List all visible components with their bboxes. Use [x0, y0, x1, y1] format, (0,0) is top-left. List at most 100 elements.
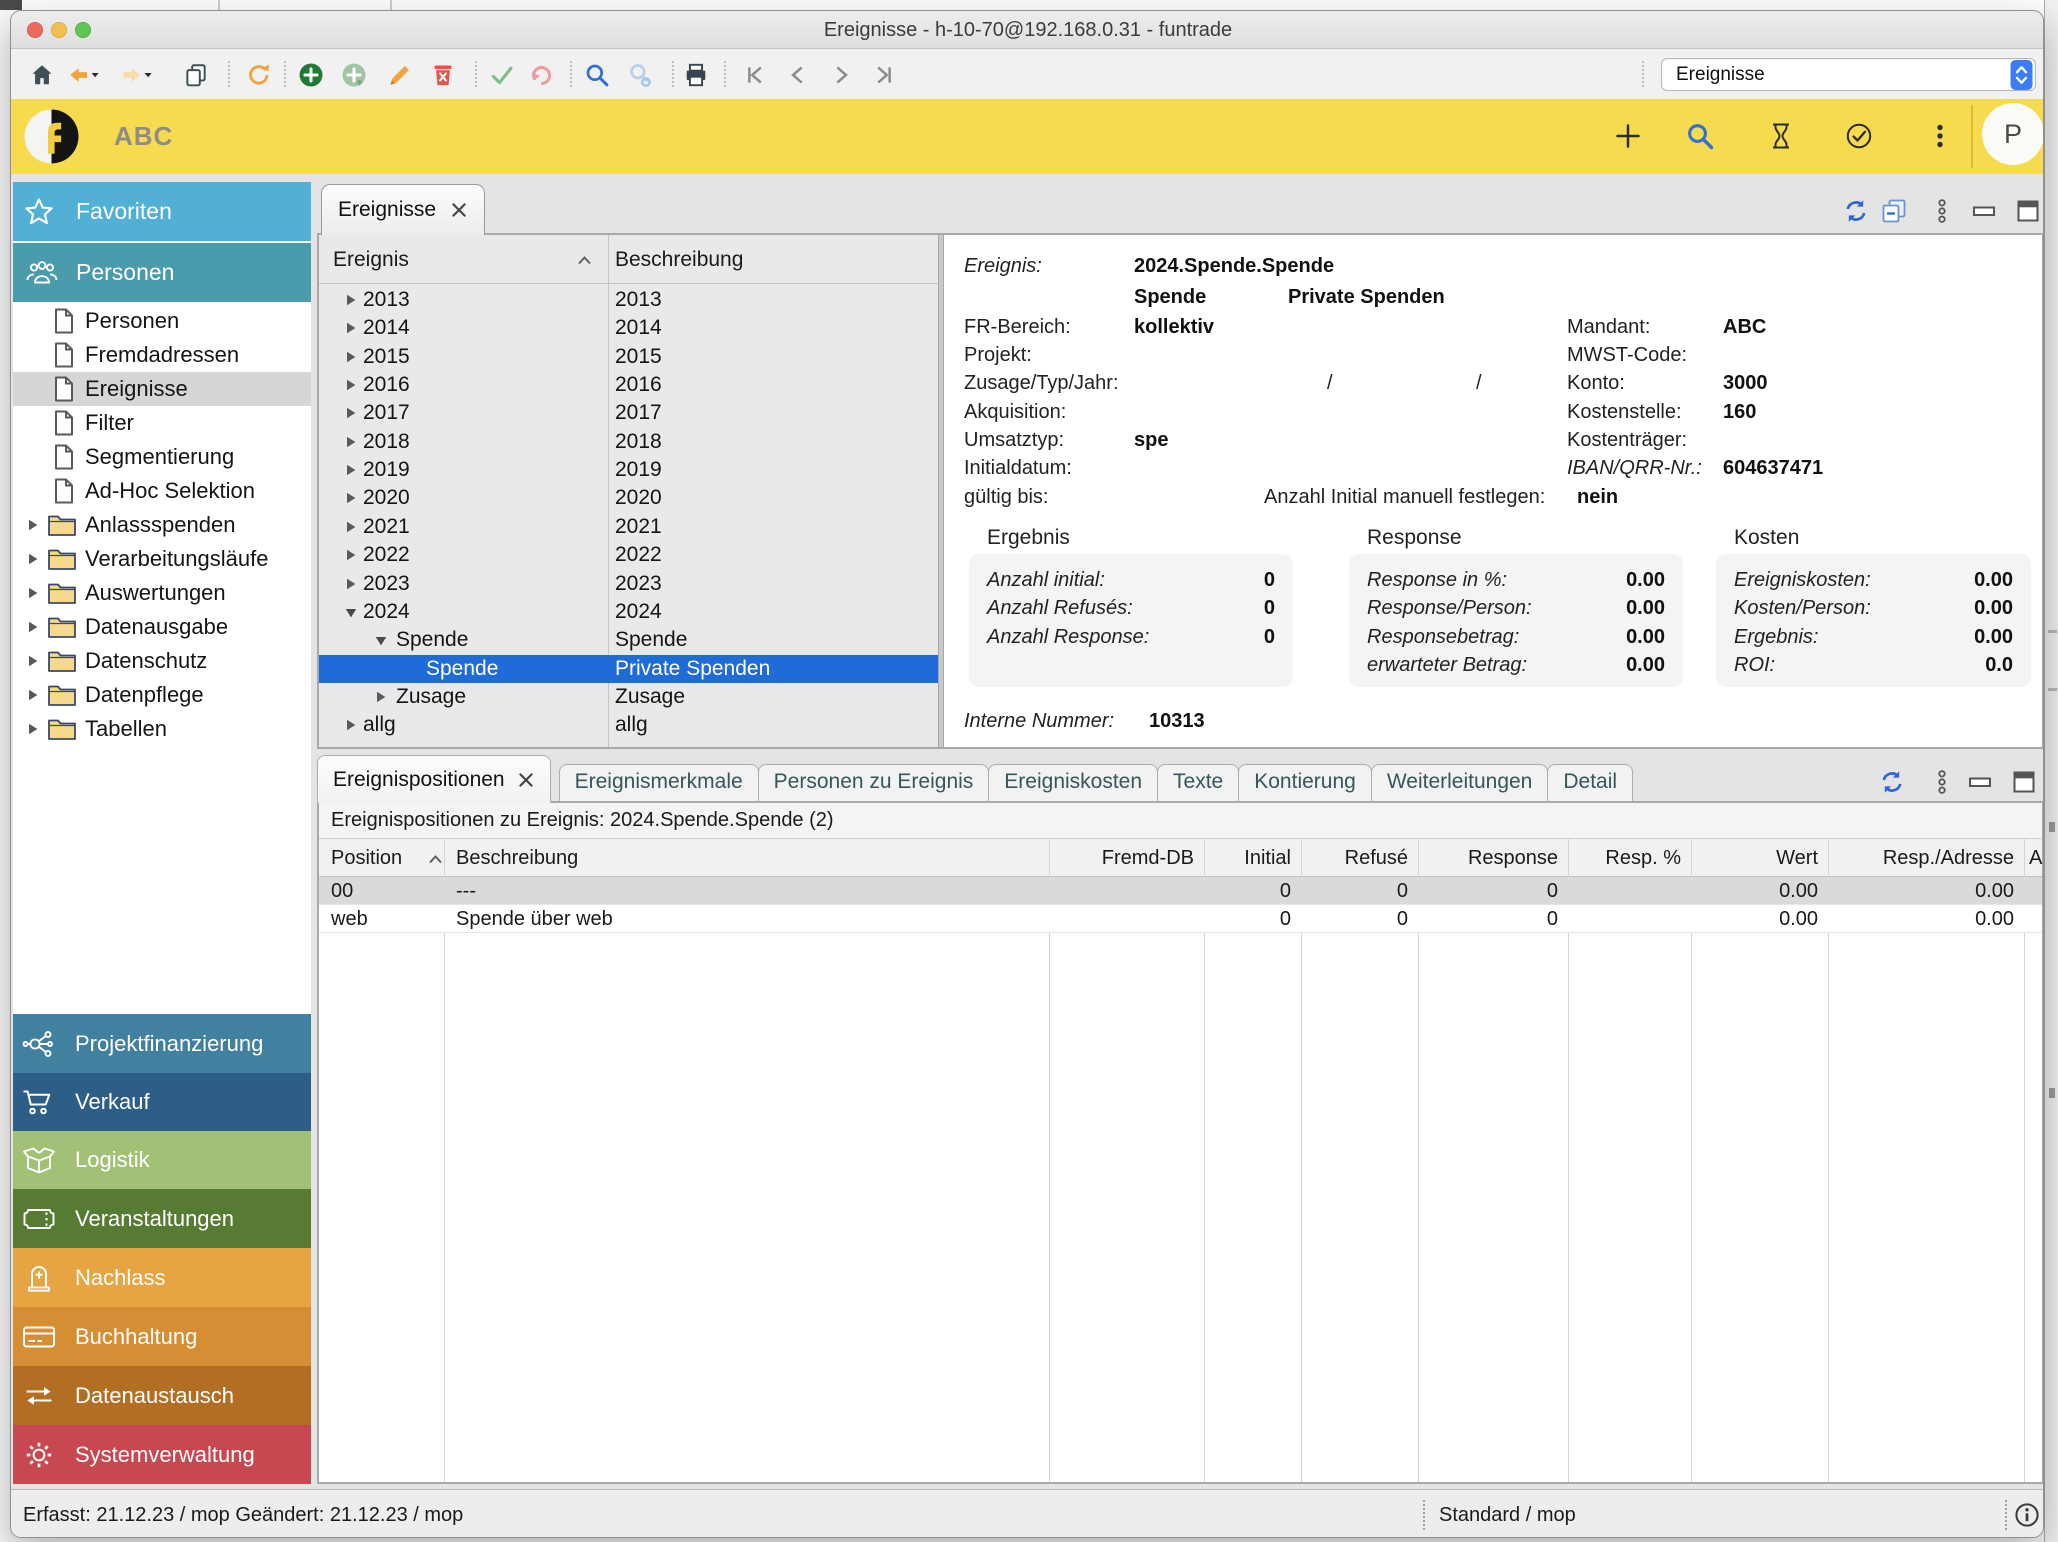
- column-header-a[interactable]: A: [2029, 839, 2042, 877]
- caret-right-icon[interactable]: [344, 491, 358, 505]
- caret-right-icon[interactable]: [26, 620, 40, 634]
- sidebar-module-logistik[interactable]: Logistik: [13, 1131, 311, 1189]
- sidebar-section-personen[interactable]: Personen: [13, 243, 311, 302]
- tree-column-header-beschreibung[interactable]: Beschreibung: [615, 235, 743, 284]
- tree-row[interactable]: allgallg: [319, 711, 938, 739]
- sidebar-module-datenaustausch[interactable]: Datenaustausch: [13, 1366, 311, 1425]
- sidebar-item-fremdadressen[interactable]: Fremdadressen: [13, 338, 311, 372]
- traffic-light-close-button[interactable]: [27, 22, 43, 38]
- dropdown-stepper-icon[interactable]: [2010, 60, 2033, 90]
- sidebar-item-datenausgabe[interactable]: Datenausgabe: [13, 610, 311, 644]
- column-header-wert[interactable]: Wert: [1598, 839, 1818, 877]
- caret-right-icon[interactable]: [344, 293, 358, 307]
- sidebar-module-buchhaltung[interactable]: Buchhaltung: [13, 1307, 311, 1366]
- column-header-beschreibung[interactable]: Beschreibung: [456, 839, 578, 877]
- caret-down-icon[interactable]: [344, 606, 358, 620]
- tab-ereignismerkmale[interactable]: Ereignismerkmale: [559, 764, 759, 801]
- close-icon[interactable]: [450, 201, 468, 219]
- sidebar-module-projektfinanzierung[interactable]: Projektfinanzierung: [13, 1014, 311, 1073]
- panel-minimize-button[interactable]: [1965, 767, 1995, 797]
- tab-ereigniskosten[interactable]: Ereigniskosten: [988, 764, 1158, 801]
- tab-kontierung[interactable]: Kontierung: [1238, 764, 1372, 801]
- tree-row[interactable]: 20162016: [319, 371, 938, 399]
- tab-ereignispositionen[interactable]: Ereignispositionen: [317, 755, 551, 803]
- tree-row[interactable]: 20152015: [319, 343, 938, 371]
- sidebar-section-favoriten[interactable]: Favoriten: [13, 182, 311, 241]
- close-icon[interactable]: [517, 771, 535, 789]
- panel-refresh-button[interactable]: [1877, 767, 1907, 797]
- tab-weiterleitungen[interactable]: Weiterleitungen: [1371, 764, 1549, 801]
- toolbar-nav-last-button[interactable]: [869, 60, 903, 90]
- caret-right-icon[interactable]: [344, 520, 358, 534]
- sidebar-item-auswertungen[interactable]: Auswertungen: [13, 576, 311, 610]
- tree-row[interactable]: ZusageZusage: [319, 683, 938, 711]
- appbar-history-button[interactable]: [1762, 117, 1800, 155]
- caret-right-icon[interactable]: [344, 321, 358, 335]
- tree-row[interactable]: 20142014: [319, 314, 938, 342]
- toolbar-search-button[interactable]: [582, 60, 616, 90]
- tree-row[interactable]: 20172017: [319, 399, 938, 427]
- tree-row[interactable]: 20192019: [319, 456, 938, 484]
- toolbar-add-copy-button[interactable]: [339, 60, 373, 90]
- toolbar-forward-button[interactable]: [119, 60, 159, 90]
- sidebar-module-verkauf[interactable]: Verkauf: [13, 1073, 311, 1131]
- panel-window-list-button[interactable]: [1879, 196, 1909, 226]
- tab-personen-zu-ereignis[interactable]: Personen zu Ereignis: [758, 764, 990, 801]
- tree-row[interactable]: 20182018: [319, 428, 938, 456]
- sidebar-item-verarbeitungsl-ufe[interactable]: Verarbeitungsläufe: [13, 542, 311, 576]
- table-row[interactable]: 00---0000.000.00: [319, 877, 2042, 905]
- panel-maximize-button[interactable]: [2009, 767, 2039, 797]
- sidebar-item-personen[interactable]: Personen: [13, 304, 311, 338]
- caret-right-icon[interactable]: [26, 586, 40, 600]
- caret-right-icon[interactable]: [26, 722, 40, 736]
- toolbar-undo-button[interactable]: [526, 60, 560, 90]
- tab-texte[interactable]: Texte: [1157, 764, 1239, 801]
- caret-right-icon[interactable]: [26, 552, 40, 566]
- panel-maximize-button[interactable]: [2013, 196, 2043, 226]
- user-avatar[interactable]: P: [1982, 103, 2044, 165]
- toolbar-reload-button[interactable]: [244, 60, 278, 90]
- caret-right-icon[interactable]: [344, 577, 358, 591]
- tree-column-header-ereignis[interactable]: Ereignis: [333, 235, 409, 284]
- toolbar-back-button[interactable]: [66, 60, 106, 90]
- caret-right-icon[interactable]: [374, 690, 388, 704]
- caret-right-icon[interactable]: [344, 435, 358, 449]
- toolbar-nav-next-button[interactable]: [826, 60, 860, 90]
- table-row[interactable]: webSpende über web0000.000.00: [319, 905, 2042, 933]
- sidebar-item-datenschutz[interactable]: Datenschutz: [13, 644, 311, 678]
- appbar-tasks-button[interactable]: [1840, 117, 1878, 155]
- tree-row[interactable]: 20212021: [319, 513, 938, 541]
- sidebar-item-segmentierung[interactable]: Segmentierung: [13, 440, 311, 474]
- caret-right-icon[interactable]: [344, 718, 358, 732]
- status-info-button[interactable]: [2013, 1501, 2041, 1529]
- toolbar-confirm-button[interactable]: [487, 60, 521, 90]
- tree-row[interactable]: SpendePrivate Spenden: [319, 655, 938, 683]
- appbar-search-button[interactable]: [1681, 117, 1719, 155]
- sidebar-item-tabellen[interactable]: Tabellen: [13, 712, 311, 746]
- toolbar-add-button[interactable]: [296, 60, 330, 90]
- sidebar-item-datenpflege[interactable]: Datenpflege: [13, 678, 311, 712]
- toolbar-search-detail-button[interactable]: [625, 60, 659, 90]
- toolbar-duplicate-window-button[interactable]: [181, 60, 215, 90]
- toolbar-print-button[interactable]: [681, 60, 715, 90]
- sidebar-module-veranstaltungen[interactable]: Veranstaltungen: [13, 1189, 311, 1248]
- traffic-light-minimize-button[interactable]: [51, 22, 67, 38]
- caret-right-icon[interactable]: [26, 688, 40, 702]
- panel-more-button[interactable]: [1927, 767, 1957, 797]
- column-header-position[interactable]: Position: [331, 839, 402, 877]
- caret-right-icon[interactable]: [344, 378, 358, 392]
- panel-more-button[interactable]: [1927, 196, 1957, 226]
- tree-row[interactable]: 20132013: [319, 286, 938, 314]
- panel-refresh-button[interactable]: [1841, 196, 1871, 226]
- toolbar-edit-button[interactable]: [385, 60, 419, 90]
- tree-row[interactable]: 20222022: [319, 541, 938, 569]
- sidebar-item-filter[interactable]: Filter: [13, 406, 311, 440]
- caret-right-icon[interactable]: [344, 463, 358, 477]
- toolbar-nav-first-button[interactable]: [740, 60, 774, 90]
- context-selector[interactable]: Ereignisse: [1661, 58, 2036, 91]
- traffic-light-zoom-button[interactable]: [75, 22, 91, 38]
- tree-row[interactable]: SpendeSpende: [319, 626, 938, 654]
- column-header-resp-adresse[interactable]: Resp./Adresse: [1794, 839, 2014, 877]
- sidebar-item-anlassspenden[interactable]: Anlassspenden: [13, 508, 311, 542]
- tab-detail[interactable]: Detail: [1547, 764, 1633, 801]
